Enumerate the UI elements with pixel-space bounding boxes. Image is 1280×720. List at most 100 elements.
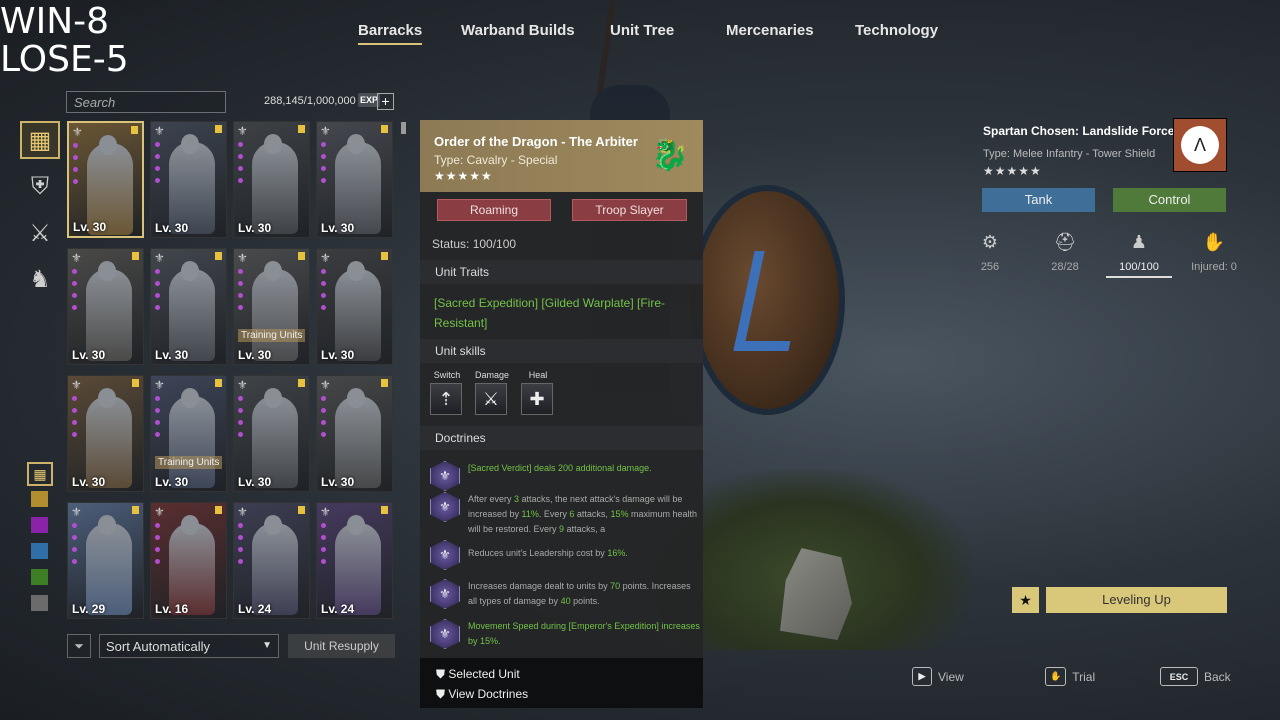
- rarity-dots: [155, 396, 160, 444]
- doctrine-5[interactable]: ⚜ Movement Speed during [Emperor's Expedi…: [430, 619, 700, 649]
- trait-pill-roaming[interactable]: Roaming: [437, 199, 551, 221]
- rarity-filter-swatch[interactable]: [31, 491, 48, 507]
- unit-card[interactable]: ⚜ Lv. 30: [67, 248, 144, 365]
- doctrine-icon: ⚜: [430, 492, 460, 522]
- tab-barracks[interactable]: Barracks: [358, 22, 423, 45]
- rarity-dots: [321, 396, 326, 444]
- unit-card[interactable]: ⚜ Lv. 30: [150, 121, 227, 238]
- unit-card[interactable]: ⚜ Training Units Lv. 30: [233, 248, 310, 365]
- doctrine-2[interactable]: ⚜ After every 3 attacks, the next attack'…: [430, 492, 700, 537]
- rarity-dots: [238, 142, 243, 190]
- unit-card[interactable]: ⚜ Lv. 30: [150, 248, 227, 365]
- doctrines-heading: Doctrines: [420, 426, 703, 450]
- unit-card[interactable]: ⚜ Lv. 29: [67, 502, 144, 619]
- skill-label: Switch: [433, 370, 461, 380]
- gear-icon: ⚙: [981, 232, 999, 252]
- esc-key-icon: ESC: [1160, 667, 1198, 686]
- unit-helmet: [347, 134, 365, 154]
- bookmark-icon: [215, 252, 222, 260]
- selected-unit-name: Spartan Chosen: Landslide Force: [983, 124, 1175, 138]
- view-doctrines-action[interactable]: ⛊ View Doctrines: [436, 687, 528, 702]
- unit-level: Lv. 30: [155, 348, 189, 362]
- skills-heading: Unit skills: [420, 339, 703, 363]
- detail-footer: ⛊ Selected Unit ⛊ View Doctrines: [420, 658, 703, 708]
- grid-scrollbar[interactable]: [401, 122, 406, 134]
- leveling-up-button[interactable]: Leveling Up: [1046, 587, 1227, 613]
- unit-card[interactable]: ⚜ Lv. 30: [67, 121, 144, 238]
- unit-helmet: [347, 388, 365, 408]
- unit-card[interactable]: ⚜ Lv. 30: [316, 248, 393, 365]
- skill-damage[interactable]: Damage ⚔: [475, 370, 509, 415]
- infantry-tab[interactable]: ⛨: [20, 168, 60, 206]
- search-input[interactable]: Search: [66, 91, 226, 113]
- bookmark-icon: [132, 379, 139, 387]
- exp-counter: 288,145/1,000,000: [264, 95, 356, 107]
- all-units-tab[interactable]: ▦: [20, 121, 60, 159]
- rarity-filter-swatch[interactable]: [31, 595, 48, 611]
- unit-card[interactable]: ⚜ Training Units Lv. 30: [150, 375, 227, 492]
- unit-emblem-icon: ⚜: [237, 505, 248, 519]
- unit-card[interactable]: ⚜ Lv. 30: [233, 375, 310, 492]
- chevron-down-icon: ▼: [262, 640, 272, 651]
- favorite-star-button[interactable]: ★: [1012, 587, 1039, 613]
- rarity-filter-swatch[interactable]: [31, 569, 48, 585]
- unit-resupply-button[interactable]: Unit Resupply: [288, 634, 395, 658]
- doctrine-4[interactable]: ⚜ Increases damage dealt to units by 70 p…: [430, 579, 700, 609]
- tab-technology[interactable]: Technology: [855, 22, 938, 39]
- unit-emblem-icon: ⚜: [237, 124, 248, 138]
- unit-card[interactable]: ⚜ Lv. 16: [150, 502, 227, 619]
- ranged-tab[interactable]: ⚔: [20, 214, 60, 252]
- bookmark-icon: [132, 252, 139, 260]
- sort-dropdown[interactable]: Sort Automatically ▼: [99, 634, 279, 658]
- unit-card[interactable]: ⚜ Lv. 30: [233, 121, 310, 238]
- selected-unit-action[interactable]: ⛊ Selected Unit: [436, 667, 520, 682]
- injured-icon: ✋: [1202, 232, 1226, 252]
- skill-heal[interactable]: Heal ✚: [521, 370, 555, 415]
- unit-card[interactable]: ⚜ Lv. 24: [316, 502, 393, 619]
- spartan-logo: Λ: [1173, 118, 1227, 172]
- unit-helmet: [99, 135, 117, 155]
- unit-level: Lv. 30: [321, 221, 355, 235]
- tab-warband-builds[interactable]: Warband Builds: [461, 22, 575, 39]
- cavalry-tab[interactable]: ♞: [20, 260, 60, 298]
- add-exp-button[interactable]: +: [377, 93, 394, 110]
- unit-card[interactable]: ⚜ Lv. 30: [316, 121, 393, 238]
- skill-switch[interactable]: Switch ⇡: [430, 370, 464, 415]
- horse-icon: ♞: [29, 265, 51, 293]
- unit-level: Lv. 30: [238, 221, 272, 235]
- unit-card[interactable]: ⚜ Lv. 30: [67, 375, 144, 492]
- filter-all[interactable]: ▦: [27, 462, 53, 486]
- unit-level: Lv. 30: [155, 221, 189, 235]
- unit-level: Lv. 30: [72, 475, 106, 489]
- bookmark-icon: [298, 379, 305, 387]
- stat-morale: ⛑ 28/28: [1035, 232, 1095, 273]
- heal-icon: ✚: [521, 383, 553, 415]
- rarity-filter-swatch[interactable]: [31, 517, 48, 533]
- unit-emblem-icon: ⚜: [71, 505, 82, 519]
- unit-helmet: [264, 134, 282, 154]
- tab-mercenaries[interactable]: Mercenaries: [726, 22, 814, 39]
- unit-helmet: [181, 261, 199, 281]
- unit-level: Lv. 30: [238, 475, 272, 489]
- tab-unit-tree[interactable]: Unit Tree: [610, 22, 674, 39]
- unit-level: Lv. 24: [238, 602, 272, 616]
- trial-hint[interactable]: ✋ Trial: [1045, 667, 1095, 686]
- unit-helmet: [98, 261, 116, 281]
- rarity-dots: [155, 523, 160, 571]
- grid-icon: ▦: [28, 126, 52, 154]
- doctrine-3[interactable]: ⚜ Reduces unit's Leadership cost by 16%.: [430, 540, 700, 570]
- bookmark-icon: [381, 125, 388, 133]
- back-hint[interactable]: ESC Back: [1160, 667, 1231, 686]
- doctrine-1[interactable]: ⚜ [Sacred Verdict] deals 200 additional d…: [430, 461, 700, 491]
- unit-card[interactable]: ⚜ Lv. 30: [316, 375, 393, 492]
- filter-button[interactable]: ⏷: [67, 634, 91, 658]
- trait-pill-troop-slayer[interactable]: Troop Slayer: [572, 199, 687, 221]
- rarity-filter-swatch[interactable]: [31, 543, 48, 559]
- doctrine-icon: ⚜: [430, 540, 460, 570]
- unit-card[interactable]: ⚜ Lv. 24: [233, 502, 310, 619]
- unit-level: Lv. 30: [155, 475, 189, 489]
- lambda-shield-icon: Λ: [1181, 126, 1219, 164]
- lose-count: LOSE-5: [0, 39, 129, 80]
- unit-level: Lv. 24: [321, 602, 355, 616]
- view-hint[interactable]: ▶ View: [912, 667, 964, 686]
